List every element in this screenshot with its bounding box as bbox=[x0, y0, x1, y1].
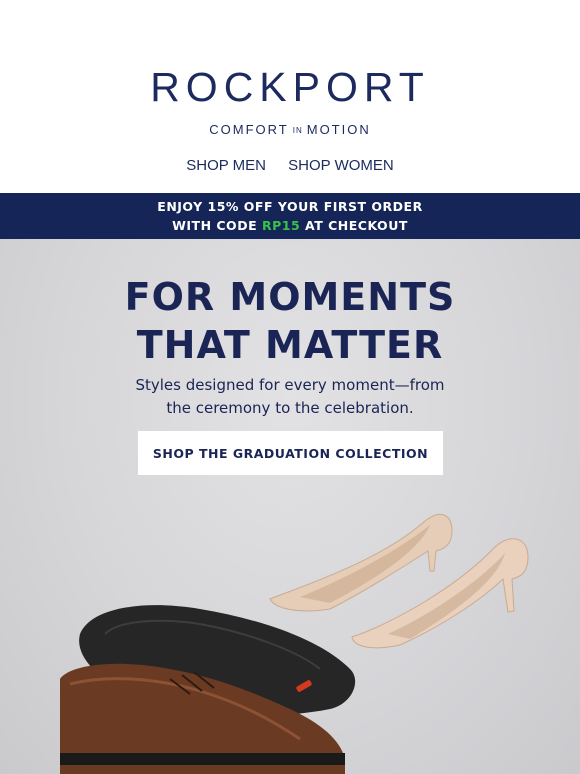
headline-line-2: THAT MATTER bbox=[136, 323, 444, 367]
subtitle-line-2: the ceremony to the celebration. bbox=[166, 399, 414, 417]
top-nav: SHOP MEN SHOP WOMEN bbox=[0, 157, 580, 174]
promo-line-1: ENJOY 15% OFF YOUR FIRST ORDER bbox=[157, 199, 423, 214]
brand-tagline: COMFORT IN MOTION bbox=[0, 122, 580, 137]
tagline-in: IN bbox=[292, 126, 303, 136]
shoes-product-image bbox=[60, 513, 529, 774]
headline-line-1: FOR MOMENTS bbox=[124, 275, 456, 319]
promo-banner[interactable]: ENJOY 15% OFF YOUR FIRST ORDER WITH CODE… bbox=[0, 193, 580, 239]
tagline-comfort: COMFORT bbox=[209, 122, 289, 137]
hero-subtitle: Styles designed for every moment—from th… bbox=[0, 374, 580, 420]
nav-shop-women[interactable]: SHOP WOMEN bbox=[288, 157, 394, 174]
promo-line-2: WITH CODE RP15 AT CHECKOUT bbox=[0, 216, 580, 235]
email-header: ROCKPORT COMFORT IN MOTION SHOP MEN SHOP W… bbox=[0, 0, 580, 193]
promo-code: RP15 bbox=[261, 218, 301, 233]
brown-oxfords-image bbox=[60, 605, 356, 774]
promo-prefix: WITH CODE bbox=[172, 218, 262, 233]
hero-headline: FOR MOMENTS THAT MATTER bbox=[0, 273, 580, 369]
hero-banner[interactable]: FOR MOMENTS THAT MATTER Styles designed … bbox=[0, 239, 580, 774]
tagline-motion: MOTION bbox=[306, 122, 371, 137]
subtitle-line-1: Styles designed for every moment—from bbox=[135, 376, 445, 394]
rockport-logo[interactable]: ROCKPORT bbox=[0, 64, 580, 111]
nav-shop-men[interactable]: SHOP MEN bbox=[186, 157, 266, 174]
promo-suffix: AT CHECKOUT bbox=[300, 218, 408, 233]
nude-pumps-image bbox=[269, 513, 529, 649]
